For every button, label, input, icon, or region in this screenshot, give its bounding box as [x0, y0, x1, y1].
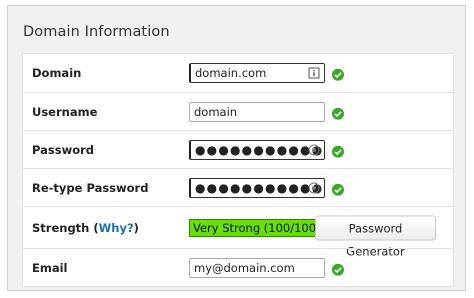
strength-label-text: Strength ( — [32, 220, 99, 235]
reveal-password-icon[interactable] — [308, 182, 320, 194]
strength-label: Strength (Why?) — [32, 221, 139, 235]
retype-password-field[interactable]: ●●●●●●●●●●●●●●● — [189, 177, 325, 198]
panel-title: Domain Information — [23, 24, 170, 40]
check-circle-icon — [332, 183, 344, 196]
check-circle-icon — [332, 107, 344, 120]
retype-password-value: ●●●●●●●●●●●●●●● — [195, 180, 324, 195]
email-value: my@domain.com — [194, 260, 295, 275]
domain-information-panel: Domain Information Domain domain.com Use… — [7, 5, 466, 291]
password-value: ●●●●●●●●●●●●●●● — [195, 142, 324, 157]
retype-password-row: Re-type Password ●●●●●●●●●●●●●●● — [23, 168, 453, 206]
username-label: Username — [32, 104, 98, 119]
reveal-password-icon[interactable] — [308, 144, 320, 156]
info-square-icon — [308, 67, 320, 79]
password-generator-button[interactable]: Password Generator — [315, 215, 436, 258]
domain-label: Domain — [32, 66, 82, 80]
retype-password-label: Re-type Password — [32, 180, 149, 195]
strength-meter: Very Strong (100/100) — [189, 218, 325, 237]
strength-row: Strength (Why?) Very Strong (100/100) Pa… — [23, 206, 453, 258]
email-label: Email — [32, 260, 68, 275]
why-link[interactable]: Why? — [99, 221, 134, 235]
username-row: Username domain — [23, 92, 453, 130]
check-circle-icon — [332, 145, 344, 158]
domain-form: Domain domain.com Username domain Passwo… — [22, 53, 454, 287]
password-label: Password — [32, 142, 94, 157]
domain-field[interactable]: domain.com — [189, 63, 325, 83]
check-circle-icon — [332, 68, 344, 81]
domain-row: Domain domain.com — [23, 54, 453, 92]
domain-value: domain.com — [195, 66, 267, 80]
username-value: domain — [194, 104, 238, 119]
password-row: Password ●●●●●●●●●●●●●●● — [23, 130, 453, 168]
username-field[interactable]: domain — [189, 101, 325, 122]
email-field[interactable]: my@domain.com — [189, 257, 325, 278]
password-field[interactable]: ●●●●●●●●●●●●●●● — [189, 139, 325, 160]
strength-label-suffix: ) — [133, 220, 139, 235]
email-row: Email my@domain.com — [23, 248, 453, 286]
check-circle-icon — [332, 263, 344, 276]
